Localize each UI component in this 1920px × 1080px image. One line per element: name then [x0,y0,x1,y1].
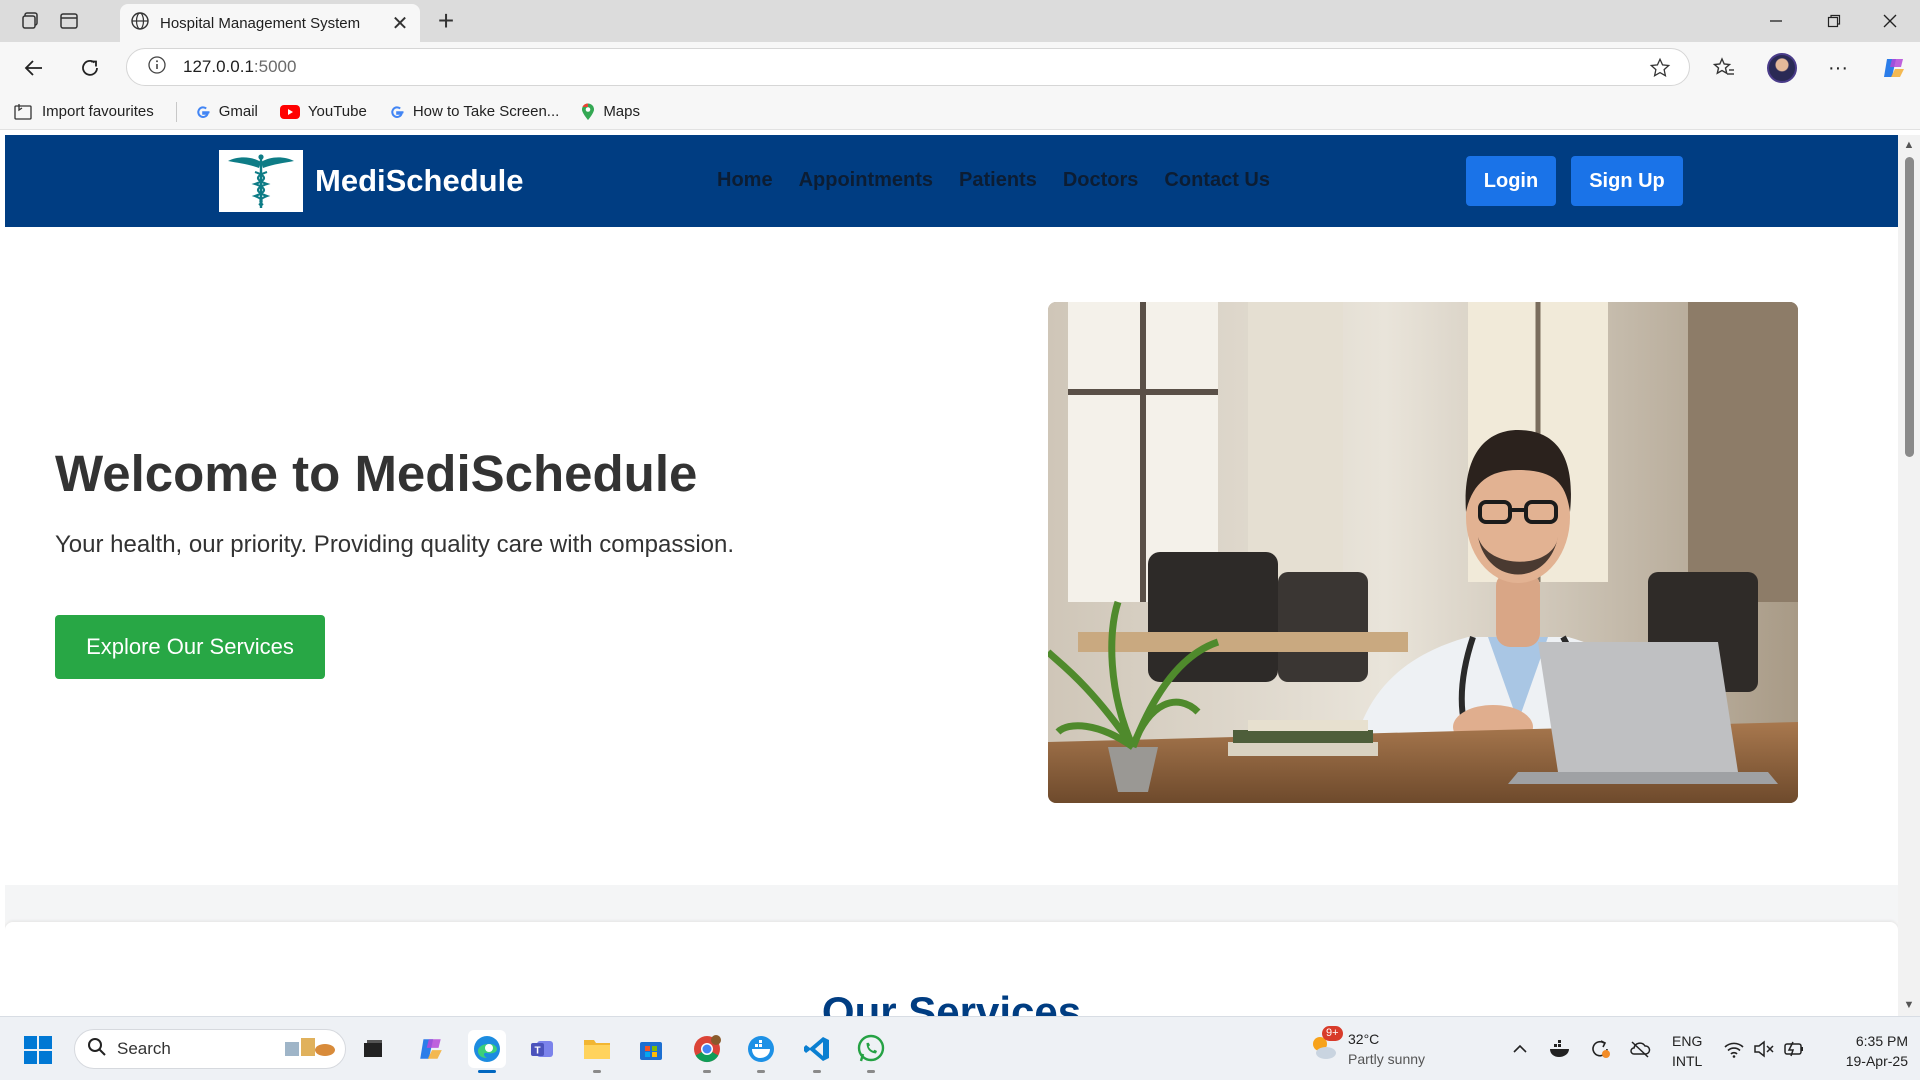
nav-doctors[interactable]: Doctors [1063,169,1139,192]
tab-title: Hospital Management System [160,14,361,32]
services-section: Our Services [5,922,1898,1016]
file-explorer-icon[interactable] [578,1030,616,1073]
caduceus-logo-icon[interactable] [219,150,303,212]
battery-charging-icon[interactable] [1782,1037,1806,1061]
store-app-icon[interactable] [632,1030,670,1068]
url-text: 127.0.0.1:5000 [183,57,297,76]
windows-taskbar: Search T 9+ 32°C Partly sunny ENG INTL 6… [0,1016,1920,1080]
signup-button[interactable]: Sign Up [1571,156,1683,206]
maps-pin-icon [581,102,595,121]
search-icon [87,1037,107,1062]
scroll-up-icon[interactable]: ▲ [1903,139,1915,151]
weather-condition: Partly sunny [1348,1051,1426,1067]
clock-date: 19-Apr-25 [1845,1053,1908,1069]
favorite-star-icon[interactable] [1649,57,1671,84]
hero-title: Welcome to MediSchedule [55,445,698,502]
weather-widget[interactable]: 9+ 32°C Partly sunny [1308,1025,1426,1069]
sync-tray-icon[interactable] [1588,1037,1612,1061]
main-nav: Home Appointments Patients Doctors Conta… [717,169,1296,192]
edge-app-icon[interactable] [468,1030,506,1073]
youtube-icon [279,104,300,119]
site-navbar: MediSchedule Home Appointments Patients … [5,135,1898,227]
fav-separator [175,101,177,122]
brand-name[interactable]: MediSchedule [315,163,523,199]
login-button[interactable]: Login [1466,156,1556,206]
page-viewport: MediSchedule Home Appointments Patients … [5,135,1898,1016]
nav-patients[interactable]: Patients [959,169,1037,192]
section-divider [5,885,1898,921]
import-icon [14,103,34,121]
nav-contact-us[interactable]: Contact Us [1164,169,1270,192]
globe-icon [130,11,150,36]
google-icon [389,104,405,120]
chrome-app-icon[interactable] [688,1030,726,1073]
fav-maps[interactable]: Maps [581,102,640,121]
clock-time: 6:35 PM [1855,1033,1908,1049]
fav-import[interactable]: Import favourites [14,103,154,121]
copilot-app-icon[interactable] [412,1030,450,1068]
hero-section: Welcome to MediSchedule Your health, our… [5,227,1898,885]
teams-app-icon[interactable]: T [524,1030,562,1068]
volume-muted-icon[interactable] [1752,1037,1776,1061]
browser-toolbar: 127.0.0.1:5000 ··· [0,42,1920,94]
google-icon [195,104,211,120]
minimize-icon[interactable] [1756,6,1796,36]
close-window-icon[interactable] [1870,6,1910,36]
windows-start-icon[interactable] [24,1036,52,1069]
system-clock[interactable]: 6:35 PM 19-Apr-25 [1818,1031,1908,1071]
favorites-icon[interactable] [1708,52,1740,84]
wifi-icon[interactable] [1722,1037,1746,1061]
restore-icon[interactable] [1814,6,1854,36]
vscode-app-icon[interactable] [798,1030,836,1073]
hero-subtitle: Your health, our priority. Providing qua… [55,531,735,558]
whatsapp-app-icon[interactable] [852,1030,890,1073]
nav-appointments[interactable]: Appointments [799,169,933,192]
doctor-photo [1048,302,1798,803]
site-info-icon[interactable] [147,55,167,80]
copilot-icon[interactable] [1878,52,1910,84]
profile-avatar[interactable] [1766,52,1798,84]
fav-gmail[interactable]: Gmail [195,103,258,120]
new-tab-icon[interactable]: + [432,6,460,36]
vertical-tabs-icon[interactable] [56,8,82,34]
explore-services-button[interactable]: Explore Our Services [55,615,325,679]
temperature: 32°C [1348,1031,1380,1047]
services-title: Our Services [821,988,1082,1016]
reload-icon[interactable] [74,52,106,84]
weather-badge: 9+ [1322,1025,1343,1041]
partly-sunny-icon: 9+ [1308,1025,1343,1067]
workspaces-icon[interactable] [18,8,44,34]
task-view-icon[interactable] [354,1030,392,1068]
more-options-icon[interactable]: ··· [1822,52,1854,84]
nav-home[interactable]: Home [717,169,773,192]
close-tab-icon[interactable]: ✕ [390,11,410,36]
scroll-thumb[interactable] [1905,157,1914,457]
fav-how-to-screenshot[interactable]: How to Take Screen... [389,103,559,120]
search-highlight-icon [281,1034,337,1065]
back-icon[interactable] [18,52,50,84]
address-bar[interactable]: 127.0.0.1:5000 [126,48,1690,86]
favourites-bar: Import favourites Gmail YouTube How to T… [0,94,1920,130]
taskbar-search[interactable]: Search [74,1029,346,1069]
show-hidden-icons-icon[interactable] [1508,1037,1532,1061]
docker-tray-icon[interactable] [1548,1037,1572,1061]
fav-youtube[interactable]: YouTube [279,103,367,120]
docker-app-icon[interactable] [742,1030,780,1073]
language-indicator[interactable]: ENG INTL [1672,1031,1702,1071]
onedrive-offline-icon[interactable] [1628,1037,1652,1061]
browser-tab-bar: Hospital Management System ✕ + [0,0,1920,42]
page-scrollbar[interactable]: ▲ ▼ [1898,135,1920,1016]
svg-text:T: T [534,1046,540,1057]
scroll-down-icon[interactable]: ▼ [1903,999,1915,1011]
active-tab[interactable]: Hospital Management System ✕ [120,4,420,42]
